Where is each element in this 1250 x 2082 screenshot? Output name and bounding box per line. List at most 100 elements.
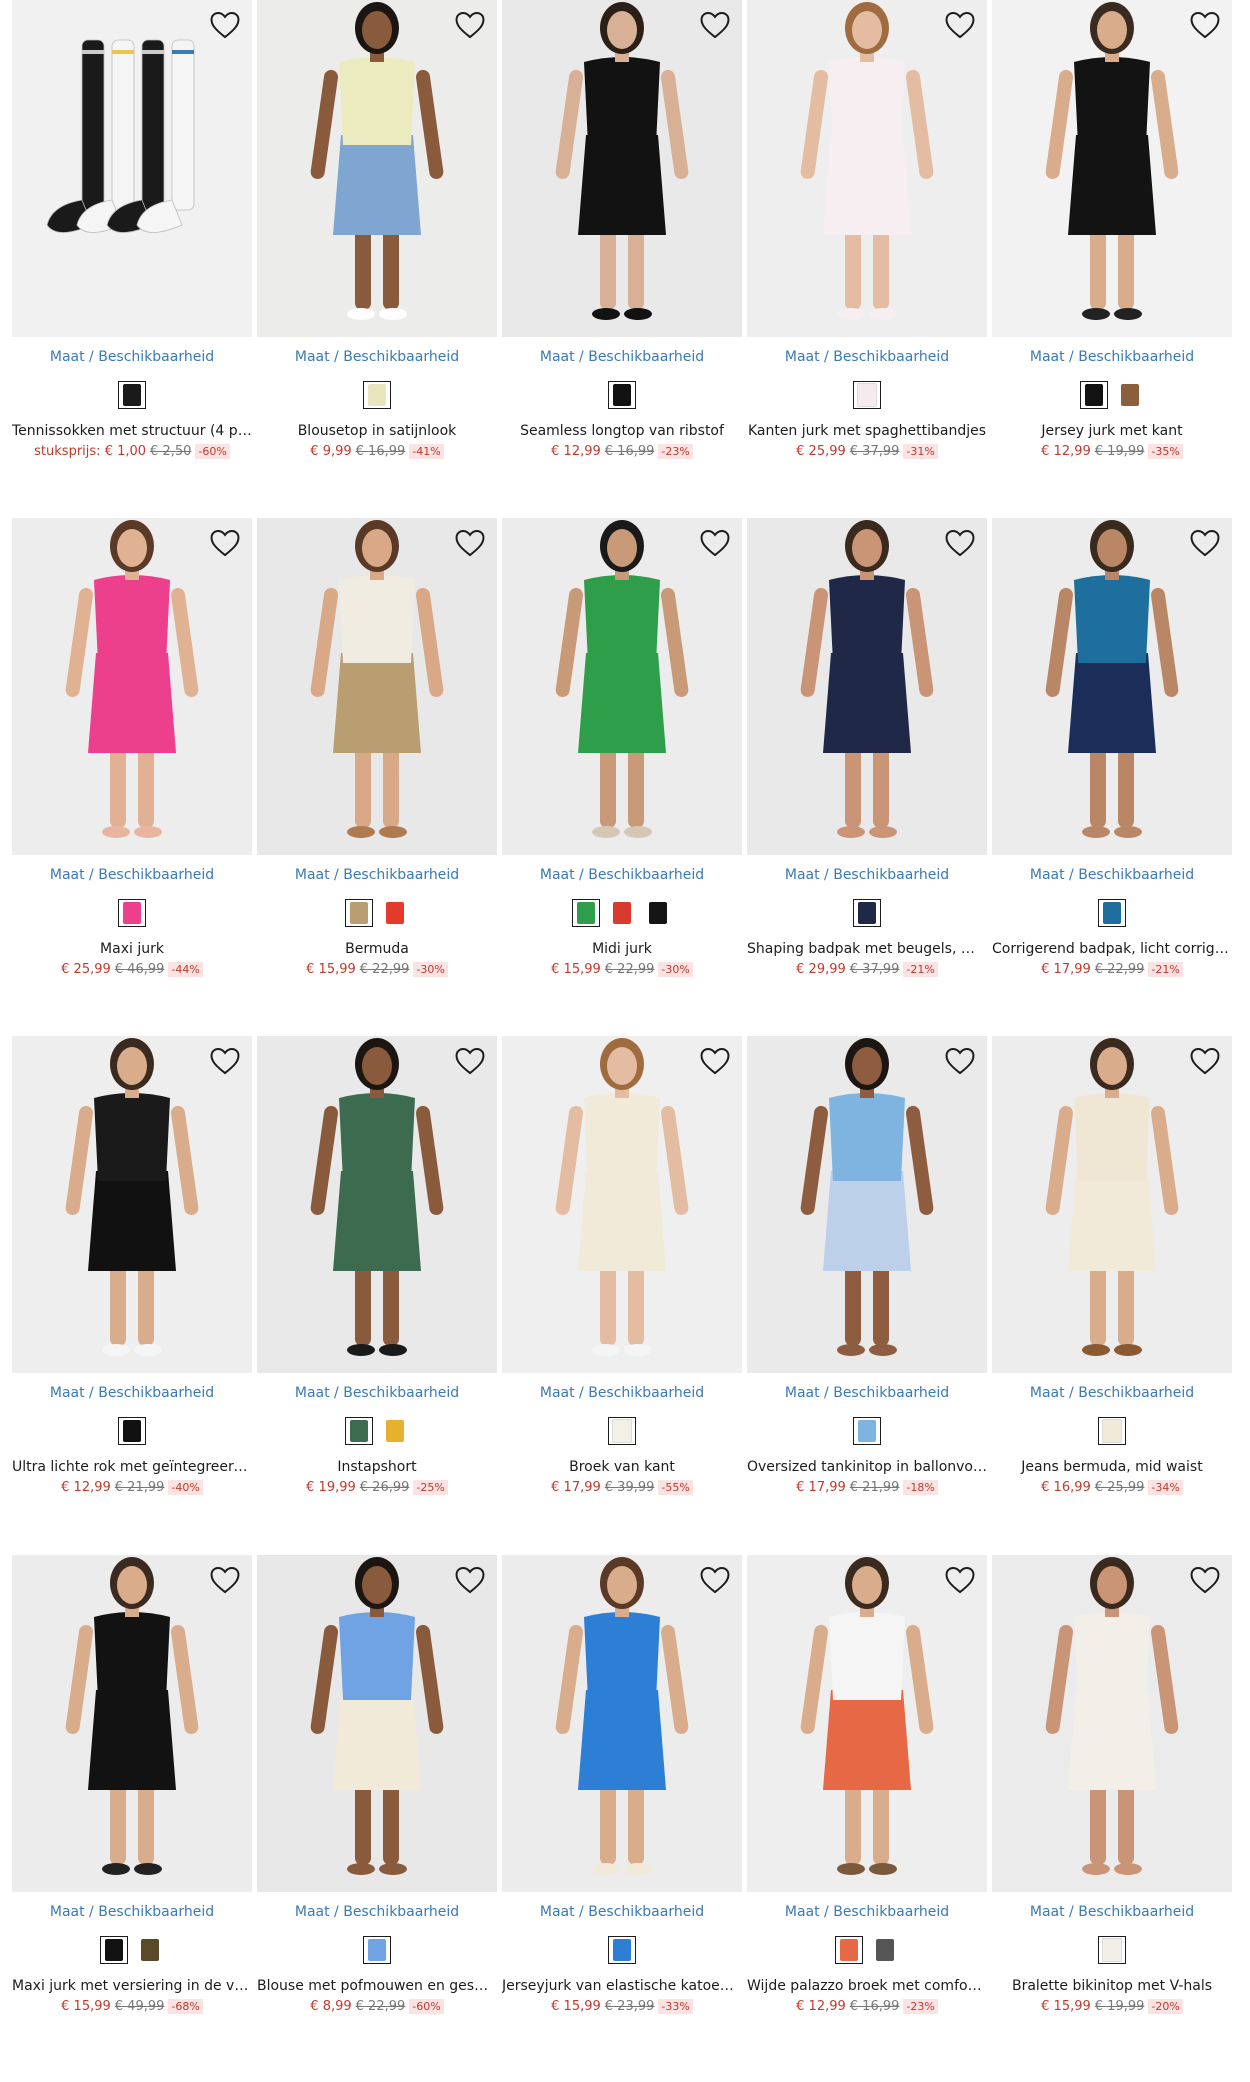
color-swatch[interactable] <box>1098 899 1126 927</box>
wishlist-heart-icon[interactable] <box>698 526 732 560</box>
wishlist-heart-icon[interactable] <box>698 8 732 42</box>
product-card[interactable]: Maat / Beschikbaarheid Kanten jurk met sp… <box>747 0 987 470</box>
product-name[interactable]: Maxi jurk <box>12 941 252 957</box>
product-image[interactable] <box>992 518 1232 855</box>
size-availability-link[interactable]: Maat / Beschikbaarheid <box>12 1904 252 1920</box>
product-name[interactable]: Midi jurk <box>502 941 742 957</box>
wishlist-heart-icon[interactable] <box>208 8 242 42</box>
size-availability-link[interactable]: Maat / Beschikbaarheid <box>502 1385 742 1401</box>
product-name[interactable]: Wijde palazzo broek met comfortb… <box>747 1978 987 1994</box>
wishlist-heart-icon[interactable] <box>1188 1563 1222 1597</box>
product-image[interactable] <box>502 1036 742 1373</box>
product-card[interactable]: Maat / Beschikbaarheid Maxi jurk met vers… <box>12 1555 252 2025</box>
product-image[interactable] <box>257 1555 497 1892</box>
wishlist-heart-icon[interactable] <box>943 8 977 42</box>
product-card[interactable]: Maat / Beschikbaarheid Blouse met pofmouw… <box>257 1555 497 2025</box>
color-swatch[interactable] <box>644 899 672 927</box>
product-image[interactable] <box>12 1036 252 1373</box>
product-name[interactable]: Bermuda <box>257 941 497 957</box>
product-name[interactable]: Corrigerend badpak, licht corriger… <box>992 941 1232 957</box>
product-name[interactable]: Tennissokken met structuur (4 paar) <box>12 423 252 439</box>
product-image[interactable] <box>12 518 252 855</box>
size-availability-link[interactable]: Maat / Beschikbaarheid <box>992 867 1232 883</box>
product-card[interactable]: Maat / Beschikbaarheid Jersey jurk met ka… <box>992 0 1232 470</box>
product-card[interactable]: Maat / Beschikbaarheid Midi jurk € 15,99 € … <box>502 518 742 988</box>
product-image[interactable] <box>747 0 987 337</box>
wishlist-heart-icon[interactable] <box>1188 526 1222 560</box>
wishlist-heart-icon[interactable] <box>943 1044 977 1078</box>
color-swatch[interactable] <box>1116 381 1144 409</box>
product-name[interactable]: Kanten jurk met spaghettibandjes <box>747 423 987 439</box>
wishlist-heart-icon[interactable] <box>698 1563 732 1597</box>
product-image[interactable] <box>747 1036 987 1373</box>
wishlist-heart-icon[interactable] <box>208 526 242 560</box>
wishlist-heart-icon[interactable] <box>208 1044 242 1078</box>
size-availability-link[interactable]: Maat / Beschikbaarheid <box>747 867 987 883</box>
product-name[interactable]: Blouse met pofmouwen en gesmok… <box>257 1978 497 1994</box>
wishlist-heart-icon[interactable] <box>698 1044 732 1078</box>
wishlist-heart-icon[interactable] <box>1188 1044 1222 1078</box>
size-availability-link[interactable]: Maat / Beschikbaarheid <box>257 1904 497 1920</box>
product-card[interactable]: Maat / Beschikbaarheid Bralette bikinitop… <box>992 1555 1232 2025</box>
color-swatch[interactable] <box>608 381 636 409</box>
product-card[interactable]: Maat / Beschikbaarheid Tennissokken met s… <box>12 0 252 470</box>
product-image[interactable] <box>502 0 742 337</box>
product-name[interactable]: Ultra lichte rok met geïntegreerde … <box>12 1459 252 1475</box>
product-image[interactable] <box>992 1555 1232 1892</box>
size-availability-link[interactable]: Maat / Beschikbaarheid <box>502 349 742 365</box>
product-image[interactable] <box>257 1036 497 1373</box>
product-name[interactable]: Maxi jurk met versiering in de vorm… <box>12 1978 252 1994</box>
size-availability-link[interactable]: Maat / Beschikbaarheid <box>257 349 497 365</box>
product-name[interactable]: Jersey jurk met kant <box>992 423 1232 439</box>
product-card[interactable]: Maat / Beschikbaarheid Shaping badpak met… <box>747 518 987 988</box>
size-availability-link[interactable]: Maat / Beschikbaarheid <box>747 349 987 365</box>
product-card[interactable]: Maat / Beschikbaarheid Ultra lichte rok m… <box>12 1036 252 1506</box>
size-availability-link[interactable]: Maat / Beschikbaarheid <box>747 1904 987 1920</box>
product-name[interactable]: Shaping badpak met beugels, medi… <box>747 941 987 957</box>
wishlist-heart-icon[interactable] <box>1188 8 1222 42</box>
product-name[interactable]: Seamless longtop van ribstof <box>502 423 742 439</box>
color-swatch[interactable] <box>363 1936 391 1964</box>
product-card[interactable]: Maat / Beschikbaarheid Wijde palazzo broe… <box>747 1555 987 2025</box>
product-name[interactable]: Oversized tankinitop in ballonvorm <box>747 1459 987 1475</box>
product-image[interactable] <box>257 0 497 337</box>
wishlist-heart-icon[interactable] <box>208 1563 242 1597</box>
product-image[interactable] <box>502 518 742 855</box>
product-card[interactable]: Maat / Beschikbaarheid Jeans bermuda, mid… <box>992 1036 1232 1506</box>
size-availability-link[interactable]: Maat / Beschikbaarheid <box>12 867 252 883</box>
color-swatch[interactable] <box>381 1417 409 1445</box>
size-availability-link[interactable]: Maat / Beschikbaarheid <box>502 867 742 883</box>
size-availability-link[interactable]: Maat / Beschikbaarheid <box>257 867 497 883</box>
color-swatch[interactable] <box>608 899 636 927</box>
product-card[interactable]: Maat / Beschikbaarheid Oversized tankinit… <box>747 1036 987 1506</box>
product-card[interactable]: Maat / Beschikbaarheid Seamless longtop v… <box>502 0 742 470</box>
size-availability-link[interactable]: Maat / Beschikbaarheid <box>12 349 252 365</box>
product-name[interactable]: Jerseyjurk van elastische katoenmi… <box>502 1978 742 1994</box>
color-swatch[interactable] <box>118 899 146 927</box>
wishlist-heart-icon[interactable] <box>943 1563 977 1597</box>
product-image[interactable] <box>12 1555 252 1892</box>
color-swatch[interactable] <box>345 899 373 927</box>
size-availability-link[interactable]: Maat / Beschikbaarheid <box>747 1385 987 1401</box>
color-swatch[interactable] <box>572 899 600 927</box>
product-name[interactable]: Broek van kant <box>502 1459 742 1475</box>
color-swatch[interactable] <box>853 899 881 927</box>
product-image[interactable] <box>257 518 497 855</box>
product-image[interactable] <box>992 0 1232 337</box>
size-availability-link[interactable]: Maat / Beschikbaarheid <box>12 1385 252 1401</box>
color-swatch[interactable] <box>118 1417 146 1445</box>
size-availability-link[interactable]: Maat / Beschikbaarheid <box>257 1385 497 1401</box>
product-name[interactable]: Bralette bikinitop met V-hals <box>992 1978 1232 1994</box>
color-swatch[interactable] <box>853 1417 881 1445</box>
product-image[interactable] <box>747 518 987 855</box>
color-swatch[interactable] <box>100 1936 128 1964</box>
wishlist-heart-icon[interactable] <box>453 8 487 42</box>
color-swatch[interactable] <box>853 381 881 409</box>
product-card[interactable]: Maat / Beschikbaarheid Maxi jurk € 25,99 € … <box>12 518 252 988</box>
size-availability-link[interactable]: Maat / Beschikbaarheid <box>992 349 1232 365</box>
color-swatch[interactable] <box>1098 1936 1126 1964</box>
product-name[interactable]: Instapshort <box>257 1459 497 1475</box>
color-swatch[interactable] <box>608 1417 636 1445</box>
wishlist-heart-icon[interactable] <box>453 1044 487 1078</box>
product-card[interactable]: Maat / Beschikbaarheid Broek van kant € 17… <box>502 1036 742 1506</box>
